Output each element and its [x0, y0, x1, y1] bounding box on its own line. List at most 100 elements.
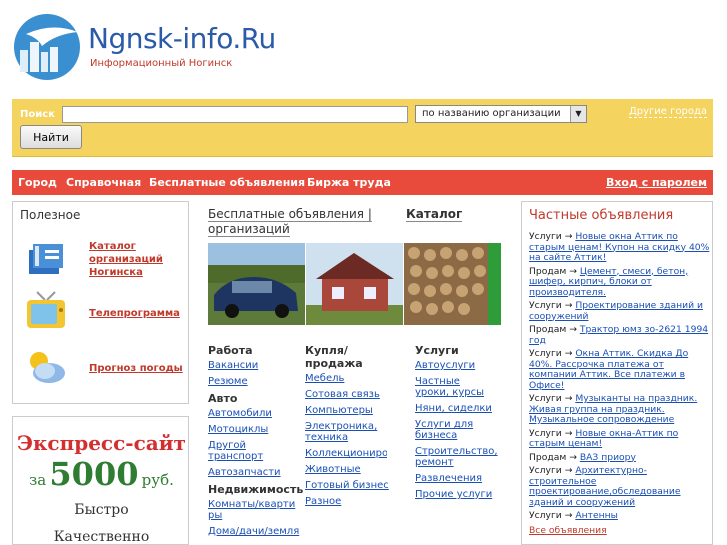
category-link[interactable]: Разное [305, 496, 400, 507]
site-logo-icon[interactable] [12, 12, 82, 82]
ad-category: Услуги [529, 465, 562, 476]
promo-price-prefix: за [29, 471, 47, 489]
free-ads-heading-text: Бесплатные объявления | организаций [208, 207, 372, 237]
category-link[interactable]: Автоуслуги [415, 360, 510, 371]
search-mode-value: по названию организации [422, 108, 561, 119]
tv-icon[interactable] [23, 290, 69, 332]
chevron-down-icon[interactable]: ▼ [570, 106, 586, 122]
promo-price-value: 5000 [49, 455, 139, 493]
nav-item-city[interactable]: Город [18, 176, 57, 189]
ad-category: Услуги [529, 427, 562, 439]
ad-category: Продам [529, 324, 567, 335]
login-link[interactable]: Вход с паролем [606, 176, 707, 189]
private-ads-box: Частные объявления Услуги → Новые окна А… [521, 201, 713, 545]
arrow-right-icon: → [564, 510, 573, 521]
useful-item-tv[interactable]: Телепрограмма [23, 290, 183, 336]
category-link[interactable]: Вакансии [208, 360, 303, 371]
arrow-right-icon: → [569, 324, 577, 335]
category-link[interactable]: Развлечения [415, 473, 510, 484]
useful-link-catalog[interactable]: Каталог организаций Ногинска [89, 240, 185, 279]
nav-item-free-ads[interactable]: Бесплатные объявления [149, 176, 305, 189]
catalog-heading[interactable]: Каталог [406, 207, 463, 222]
ad-link[interactable]: Антенны [575, 510, 618, 521]
arrow-right-icon: → [564, 427, 573, 439]
site-subtitle: Информационный Ногинск [90, 58, 233, 69]
category-link[interactable]: Автомобили [208, 408, 303, 419]
promo-line-fast: Быстро [74, 502, 129, 518]
ad-category: Услуги [529, 231, 562, 242]
search-input[interactable] [62, 106, 408, 123]
useful-item-weather[interactable]: Прогноз погоды [23, 347, 183, 393]
list-item: Услуги → Архитектурно-строительное проек… [529, 465, 711, 508]
arrow-right-icon: → [564, 348, 573, 359]
search-bar: Поиск по названию организации ▼ Найти Др… [12, 99, 713, 157]
ad-category: Услуги [529, 348, 562, 359]
category-heading-buy-sell: Купля/продажа [305, 344, 363, 370]
main-nav: Город Справочная Бесплатные объявления Б… [12, 170, 713, 195]
category-link[interactable]: Компьютеры [305, 405, 400, 416]
category-link[interactable]: Резюме [208, 376, 303, 387]
arrow-right-icon: → [569, 265, 577, 277]
category-link[interactable]: Автозапчасти [208, 467, 303, 478]
nav-item-reference[interactable]: Справочная [66, 176, 141, 189]
category-heading-jobs: Работа [208, 344, 253, 357]
useful-link-weather[interactable]: Прогноз погоды [89, 362, 183, 375]
ad-category: Услуги [529, 510, 562, 521]
search-mode-select[interactable]: по названию организации ▼ [415, 105, 587, 123]
car-photo[interactable] [208, 243, 305, 325]
list-item: Продам → ВАЗ приору [529, 451, 711, 464]
other-cities-link[interactable]: Другие города [628, 106, 707, 118]
weather-icon[interactable] [23, 347, 69, 389]
promo-line-quality: Качественно [53, 529, 150, 545]
ad-category: Продам [529, 265, 567, 277]
category-heading-services: Услуги [415, 344, 459, 357]
list-item: Услуги → Новые окна-Аттик по старым цена… [529, 427, 711, 450]
category-link[interactable]: Готовый бизнес [305, 480, 400, 491]
category-link[interactable]: Коллекционирование [305, 448, 387, 459]
express-site-promo[interactable]: Экспресс-сайт за 5000 руб. Быстро Качест… [12, 416, 189, 545]
ad-category: Услуги [529, 393, 562, 404]
list-item: Услуги → Окна Аттик. Скидка До 40%. Расс… [529, 348, 711, 391]
category-link[interactable]: Другой транспорт [208, 440, 268, 462]
category-column-services: Услуги Автоуслуги Частные уроки, курсы Н… [415, 344, 510, 505]
private-ads-list: Услуги → Новые окна Аттик по старым цена… [529, 231, 711, 536]
arrow-right-icon: → [569, 451, 577, 463]
category-link[interactable]: Дома/дачи/земля [208, 526, 300, 537]
category-link[interactable]: Частные уроки, курсы [415, 376, 497, 398]
category-column-buy-sell: Купля/продажа Мебель Сотовая связь Компь… [305, 344, 400, 512]
useful-title: Полезное [20, 208, 81, 222]
arrow-right-icon: → [564, 300, 573, 311]
free-ads-heading[interactable]: Бесплатные объявления | организаций [208, 207, 398, 237]
list-item: Продам → Цемент, смеси, бетон, шифер, ки… [529, 265, 711, 299]
category-link[interactable]: Сотовая связь [305, 389, 400, 400]
firewood-photo[interactable] [404, 243, 501, 325]
category-link[interactable]: Няни, сиделки [415, 403, 510, 414]
house-photo[interactable] [306, 243, 403, 325]
all-ads-link[interactable]: Все объявления [529, 525, 607, 536]
category-link[interactable]: Услуги для бизнеса [415, 419, 485, 441]
category-link[interactable]: Прочие услуги [415, 489, 510, 500]
category-link[interactable]: Комнаты/квартиры [208, 499, 300, 521]
category-link[interactable]: Строительство, ремонт [415, 446, 505, 468]
list-item: Услуги → Музыканты на праздник. Живая гр… [529, 393, 711, 426]
category-heading-auto: Авто [208, 392, 238, 405]
ad-category: Продам [529, 451, 567, 463]
useful-link-tv[interactable]: Телепрограмма [89, 307, 180, 320]
category-link[interactable]: Мотоциклы [208, 424, 303, 435]
arrow-right-icon: → [564, 465, 573, 476]
search-button[interactable]: Найти [20, 125, 82, 149]
catalog-book-icon[interactable] [23, 238, 69, 280]
category-link[interactable]: Животные [305, 464, 400, 475]
private-ads-title: Частные объявления [529, 208, 674, 223]
list-item: Услуги → Антенны [529, 510, 711, 522]
arrow-right-icon: → [564, 393, 573, 404]
ad-category: Услуги [529, 300, 562, 311]
ad-link[interactable]: ВАЗ приору [580, 452, 636, 463]
category-link[interactable]: Электроника, техника [305, 421, 385, 443]
site-name[interactable]: Ngnsk-info.Ru [88, 22, 276, 55]
useful-item-catalog[interactable]: Каталог организаций Ногинска [23, 238, 183, 284]
category-column-jobs: Работа Вакансии Резюме Авто Автомобили М… [208, 344, 303, 542]
nav-item-job-market[interactable]: Биржа труда [307, 176, 391, 189]
category-link[interactable]: Мебель [305, 373, 400, 384]
promo-title: Экспресс-сайт [17, 431, 186, 455]
